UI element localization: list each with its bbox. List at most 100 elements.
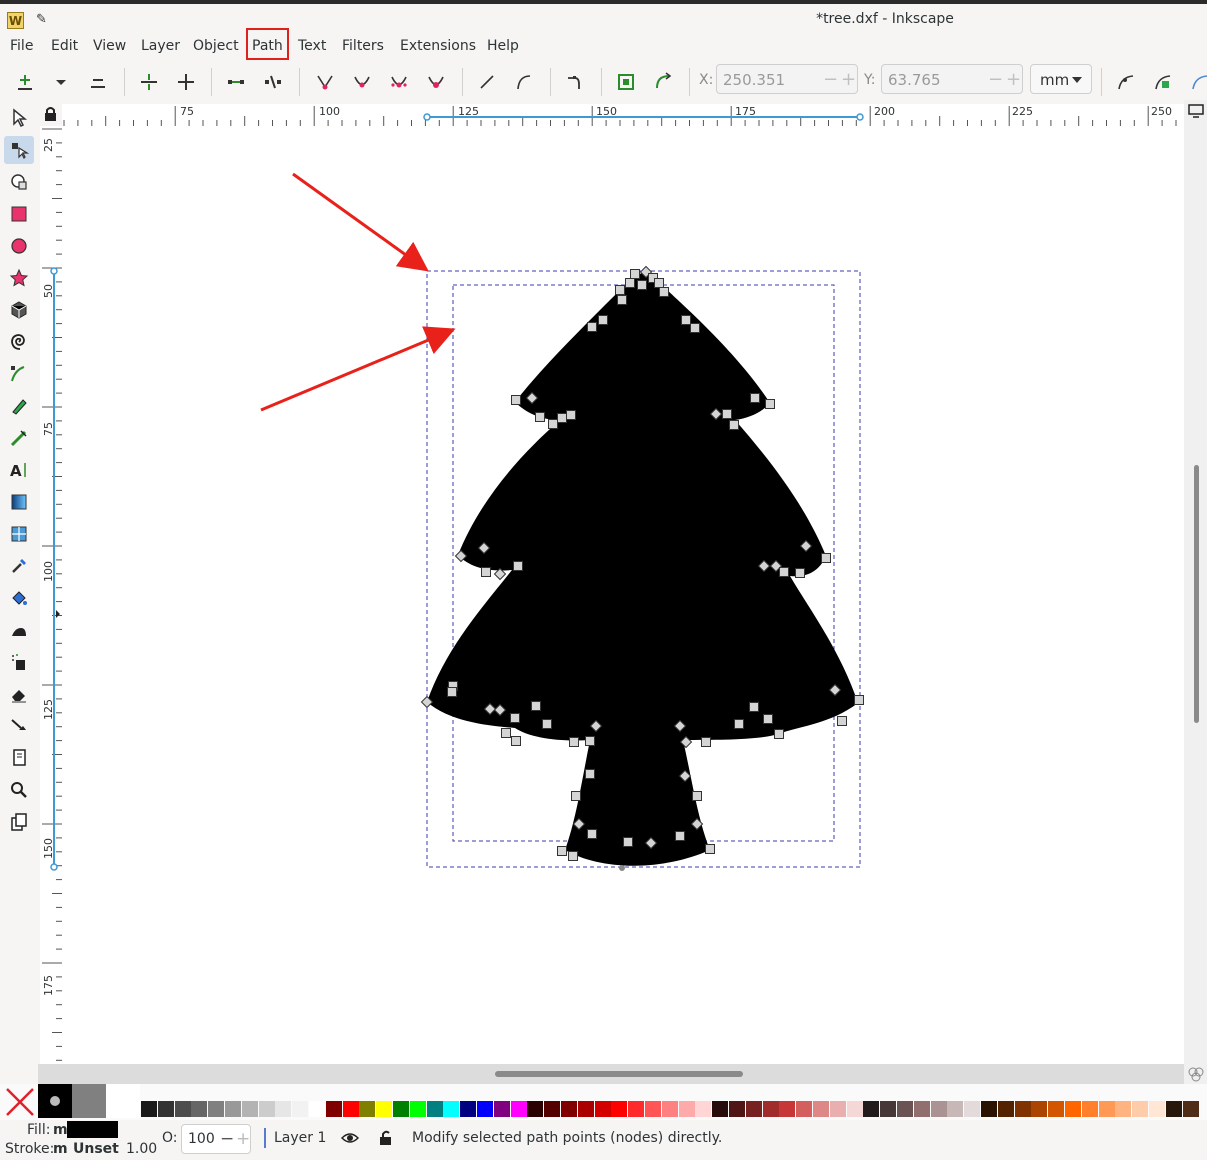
path-node[interactable] (568, 851, 578, 861)
path-node[interactable] (637, 280, 647, 290)
palette-swatch[interactable] (1065, 1101, 1081, 1117)
palette-swatch[interactable] (611, 1101, 628, 1117)
path-node[interactable] (447, 687, 457, 697)
menu-edit[interactable]: Edit (51, 38, 78, 54)
path-node[interactable] (557, 846, 567, 856)
path-node[interactable] (548, 419, 558, 429)
palette-swatch[interactable] (1182, 1101, 1199, 1117)
palette-swatch[interactable] (846, 1101, 863, 1117)
ellipse-tool-icon[interactable] (9, 236, 29, 256)
tree-path[interactable] (427, 272, 858, 866)
palette-swatch[interactable] (460, 1101, 477, 1117)
path-node[interactable] (569, 737, 579, 747)
path-node[interactable] (692, 791, 702, 801)
palette-swatch[interactable] (241, 1101, 258, 1117)
menu-filters[interactable]: Filters (342, 38, 384, 54)
path-node[interactable] (729, 420, 739, 430)
palette-swatch[interactable] (796, 1101, 813, 1117)
opacity-increment-button[interactable]: + (236, 1129, 250, 1149)
path-effect-icon[interactable] (1116, 72, 1136, 92)
path-node[interactable] (542, 719, 552, 729)
palette-swatch[interactable] (1081, 1101, 1098, 1117)
palette-swatch[interactable] (1014, 1101, 1031, 1117)
symmetric-node-icon[interactable] (389, 72, 409, 92)
palette-swatch[interactable] (544, 1101, 561, 1117)
palette-swatch[interactable] (292, 1101, 309, 1117)
vertical-ruler[interactable]: 25 50 75 100 125 150 175 (40, 126, 63, 1064)
path-node[interactable] (481, 567, 491, 577)
x-decrement-button[interactable]: − (823, 69, 838, 90)
palette-swatch[interactable] (745, 1101, 762, 1117)
path-node[interactable] (531, 701, 541, 711)
palette-swatch[interactable] (964, 1101, 981, 1117)
menu-layer[interactable]: Layer (141, 38, 180, 54)
rectangle-tool-icon[interactable] (9, 204, 29, 224)
show-bounding-box-icon[interactable] (616, 72, 636, 92)
mask-edit-icon[interactable] (1190, 72, 1207, 92)
paint-bucket-tool-icon[interactable] (9, 588, 29, 608)
path-node[interactable] (722, 409, 732, 419)
palette-swatch[interactable] (225, 1101, 241, 1117)
palette-swatch[interactable] (477, 1101, 493, 1117)
path-node[interactable] (837, 716, 847, 726)
join-nodes-icon[interactable] (139, 72, 159, 92)
palette-swatch[interactable] (1115, 1101, 1132, 1117)
path-node[interactable] (749, 702, 759, 712)
segment-to-line-icon[interactable] (477, 72, 497, 92)
path-node[interactable] (625, 278, 635, 288)
path-node[interactable] (705, 844, 715, 854)
palette-swatch[interactable] (157, 1101, 174, 1117)
tweak-tool-icon[interactable] (9, 172, 29, 192)
path-node[interactable] (763, 714, 773, 724)
palette-swatch[interactable] (997, 1101, 1014, 1117)
horizontal-scrollbar-thumb[interactable] (495, 1071, 743, 1077)
palette-swatch[interactable] (393, 1101, 409, 1117)
node-tool-icon[interactable] (9, 140, 29, 160)
3dbox-tool-icon[interactable] (9, 300, 29, 320)
clone-tool-icon[interactable] (9, 812, 29, 832)
opacity-field[interactable]: 100 − + (181, 1124, 251, 1154)
connector-tool-icon[interactable] (9, 716, 29, 736)
palette-swatch[interactable] (1098, 1101, 1115, 1117)
path-node[interactable] (630, 269, 640, 279)
palette-swatch[interactable] (275, 1101, 292, 1117)
palette-swatch[interactable] (561, 1101, 577, 1117)
color-management-icon[interactable] (1187, 1065, 1205, 1083)
delete-segment-icon[interactable] (263, 72, 283, 92)
path-node[interactable] (701, 737, 711, 747)
eye-visibility-icon[interactable] (341, 1130, 359, 1146)
palette-swatch[interactable] (897, 1101, 913, 1117)
palette-swatch[interactable] (1031, 1101, 1048, 1117)
zoom-tool-icon[interactable] (9, 780, 29, 800)
layer-name[interactable]: Layer 1 (274, 1130, 326, 1146)
y-increment-button[interactable]: + (1006, 69, 1021, 90)
palette-swatch[interactable] (174, 1101, 191, 1117)
pen-tool-icon[interactable] (9, 364, 29, 384)
dropper-tool-icon[interactable] (9, 556, 29, 576)
palette-swatch[interactable] (762, 1101, 779, 1117)
spiral-tool-icon[interactable] (9, 332, 29, 352)
mesh-tool-icon[interactable] (9, 524, 29, 544)
path-node[interactable] (854, 695, 864, 705)
palette-swatch[interactable] (779, 1101, 796, 1117)
clip-edit-icon[interactable] (1153, 72, 1173, 92)
x-coordinate-field[interactable]: 250.351 − + (716, 64, 858, 94)
palette-swatch[interactable] (695, 1101, 712, 1117)
path-node[interactable] (511, 736, 521, 746)
path-node[interactable] (681, 315, 691, 325)
path-node[interactable] (750, 393, 760, 403)
path-node[interactable] (566, 410, 576, 420)
palette-swatch[interactable] (191, 1101, 208, 1117)
palette-swatch[interactable] (309, 1101, 325, 1117)
path-node[interactable] (513, 561, 523, 571)
palette-swatch[interactable] (342, 1101, 359, 1117)
path-node[interactable] (571, 791, 581, 801)
path-node[interactable] (765, 399, 775, 409)
fill-color-swatch[interactable] (67, 1121, 118, 1138)
y-coordinate-field[interactable]: 63.765 − + (881, 64, 1023, 94)
auto-smooth-node-icon[interactable] (426, 72, 446, 92)
path-node[interactable] (617, 295, 627, 305)
path-node[interactable] (615, 285, 625, 295)
menu-help[interactable]: Help (487, 38, 519, 54)
stroke-to-path-icon[interactable] (653, 72, 673, 92)
